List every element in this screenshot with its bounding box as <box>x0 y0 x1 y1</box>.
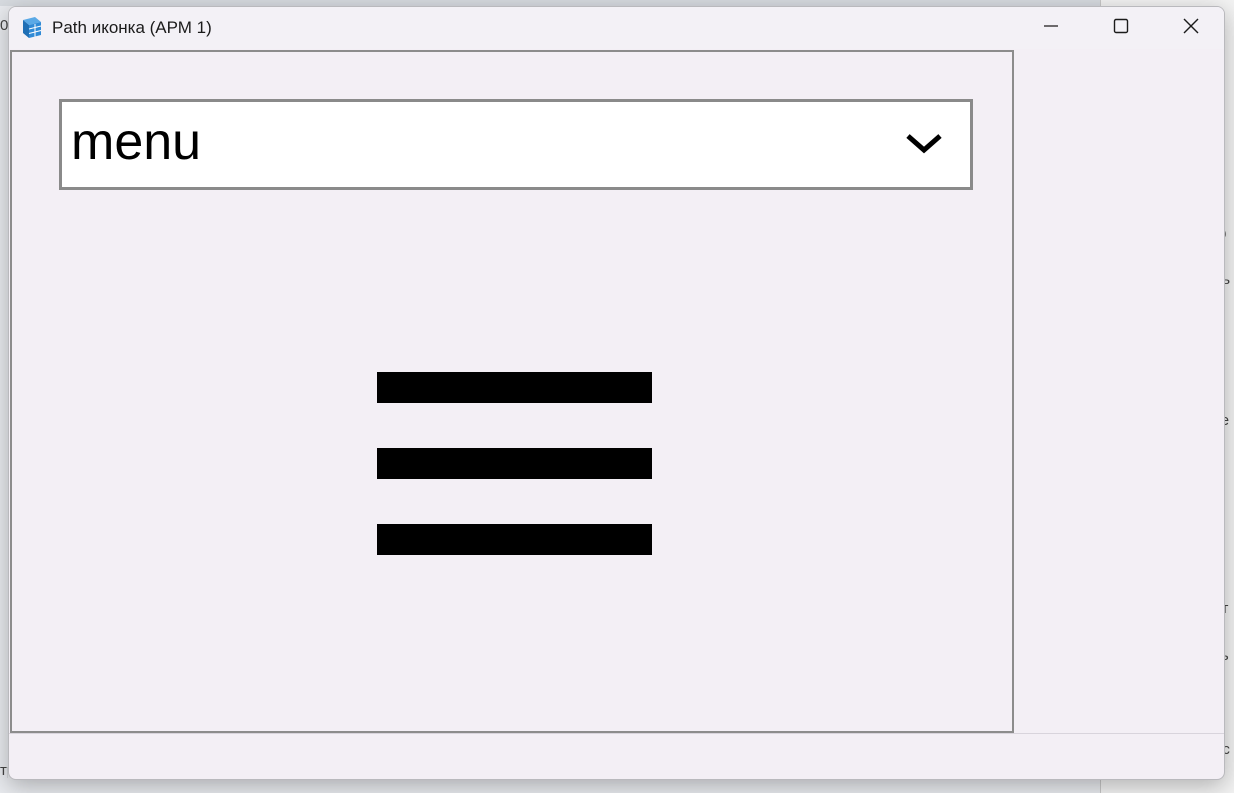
close-button[interactable] <box>1156 7 1224 49</box>
hamburger-menu-line <box>377 372 652 403</box>
background-text-fragment: тр <box>0 762 8 779</box>
status-divider <box>9 733 1224 734</box>
content-panel: menu <box>10 50 1014 733</box>
window-title: Path иконка (АРМ 1) <box>52 18 212 37</box>
minimize-button[interactable] <box>1016 7 1086 49</box>
maximize-button[interactable] <box>1086 7 1156 49</box>
minimize-icon <box>1043 18 1059 39</box>
icon-selector-dropdown[interactable]: menu <box>59 99 973 190</box>
background-text-fragment: 06 <box>0 17 8 34</box>
app-icon <box>21 16 43 40</box>
close-icon <box>1182 17 1200 40</box>
app-window: Path иконка (АРМ 1) menu <box>8 6 1225 780</box>
title-bar[interactable]: Path иконка (АРМ 1) <box>9 7 1224 49</box>
chevron-down-icon[interactable] <box>904 128 944 158</box>
hamburger-menu-line <box>377 524 652 555</box>
hamburger-menu-line <box>377 448 652 479</box>
maximize-icon <box>1113 18 1129 39</box>
dropdown-selected-value: menu <box>71 113 202 171</box>
